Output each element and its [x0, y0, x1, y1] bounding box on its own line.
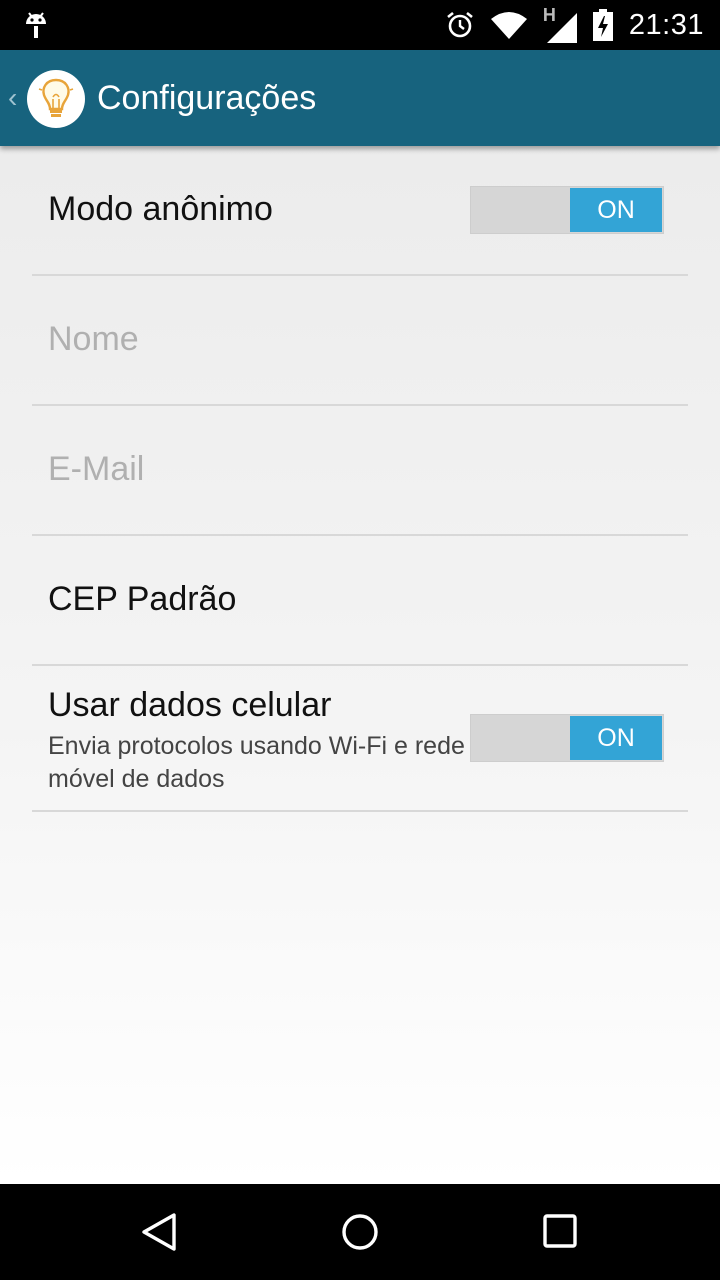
screen-title: Configurações: [97, 79, 317, 117]
signal-h-icon: H: [543, 5, 577, 43]
pref-label: Modo anônimo: [48, 190, 273, 228]
lightbulb-icon[interactable]: [27, 70, 85, 128]
pref-default-cep[interactable]: CEP Padrão: [32, 536, 688, 666]
battery-charging-icon: [592, 9, 613, 41]
clock: 21:31: [628, 8, 704, 41]
navigation-bar: [0, 1184, 720, 1280]
pref-anonymous-mode[interactable]: Modo anônimo ON: [32, 146, 688, 276]
pref-email: E-Mail: [32, 406, 688, 536]
settings-list: Modo anônimo ON Nome E-Mail CEP Padrão U…: [0, 146, 720, 1184]
anonymous-mode-switch[interactable]: ON: [470, 186, 664, 234]
switch-thumb: ON: [570, 716, 662, 760]
pref-use-mobile-data[interactable]: Usar dados celular Envia protocolos usan…: [32, 666, 688, 812]
status-bar: H 21:31: [0, 0, 720, 50]
android-debug-icon: [22, 10, 50, 40]
switch-thumb: ON: [570, 188, 662, 232]
wifi-icon: [490, 11, 527, 39]
alarm-icon: [445, 10, 475, 40]
action-bar: ‹ Configurações: [0, 50, 720, 146]
pref-label: Usar dados celular: [48, 686, 332, 724]
pref-label: CEP Padrão: [48, 580, 237, 618]
recents-icon[interactable]: [541, 1212, 581, 1252]
pref-label: E-Mail: [48, 450, 145, 488]
home-icon[interactable]: [340, 1212, 380, 1252]
back-icon[interactable]: [140, 1212, 180, 1252]
up-navigation-icon[interactable]: ‹: [8, 82, 17, 114]
pref-label: Nome: [48, 320, 139, 358]
pref-name: Nome: [32, 276, 688, 406]
pref-summary: Envia protocolos usando Wi-Fi e rede móv…: [48, 732, 465, 793]
mobile-data-switch[interactable]: ON: [470, 714, 664, 762]
